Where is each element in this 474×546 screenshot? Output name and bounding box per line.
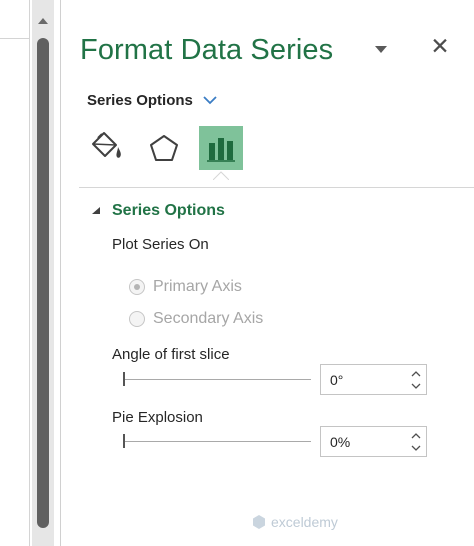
primary-axis-label: Primary Axis xyxy=(153,278,242,295)
bar-chart-icon xyxy=(207,138,235,162)
pentagon-icon xyxy=(150,135,178,161)
series-options-dropdown-label: Series Options xyxy=(87,91,193,109)
explosion-spin-down-button[interactable] xyxy=(407,442,425,455)
secondary-axis-radio[interactable] xyxy=(129,311,145,327)
collapse-triangle-icon xyxy=(92,207,100,214)
primary-axis-radio[interactable] xyxy=(129,279,145,295)
angle-first-slice-input[interactable] xyxy=(321,365,405,394)
chevron-up-icon xyxy=(411,371,421,377)
tab-fill-line[interactable] xyxy=(85,126,129,170)
chevron-down-icon xyxy=(203,96,217,105)
chevron-down-icon xyxy=(411,445,421,451)
task-pane-options-dropdown-icon[interactable] xyxy=(374,45,388,57)
secondary-axis-option[interactable]: Secondary Axis xyxy=(129,310,263,328)
plot-series-on-label: Plot Series On xyxy=(112,236,209,253)
worksheet-edge xyxy=(0,0,32,546)
slider-track xyxy=(123,441,311,442)
tab-series-options[interactable] xyxy=(199,126,243,170)
explosion-spin-up-button[interactable] xyxy=(407,429,425,442)
pie-explosion-spinner[interactable] xyxy=(320,426,427,457)
scroll-up-arrow-icon[interactable] xyxy=(35,14,51,28)
pie-explosion-input[interactable] xyxy=(321,427,405,456)
vertical-scrollbar[interactable] xyxy=(32,0,54,546)
slider-thumb[interactable] xyxy=(123,372,125,386)
watermark-text: exceldemy xyxy=(271,514,338,530)
format-data-series-pane: Format Data Series ✕ Series Options Seri… xyxy=(60,0,474,546)
exceldemy-logo-icon xyxy=(253,515,265,529)
section-title: Series Options xyxy=(112,202,225,219)
primary-axis-option[interactable]: Primary Axis xyxy=(129,278,242,296)
scrollbar-thumb[interactable] xyxy=(37,38,49,528)
slider-thumb[interactable] xyxy=(123,434,125,448)
angle-first-slice-spinner[interactable] xyxy=(320,364,427,395)
secondary-axis-label: Secondary Axis xyxy=(153,310,264,327)
active-tab-pointer xyxy=(213,171,229,180)
pie-explosion-label: Pie Explosion xyxy=(112,409,203,426)
angle-first-slice-slider[interactable] xyxy=(123,372,311,386)
close-pane-button[interactable]: ✕ xyxy=(429,34,451,58)
slider-track xyxy=(123,379,311,380)
series-options-section-header[interactable]: Series Options xyxy=(91,202,225,220)
paint-bucket-icon xyxy=(92,132,121,158)
series-options-dropdown[interactable]: Series Options xyxy=(87,89,217,111)
tabs-divider xyxy=(79,187,474,188)
chevron-down-icon xyxy=(411,383,421,389)
tab-effects[interactable] xyxy=(142,126,186,170)
column-border xyxy=(29,0,30,546)
angle-spin-up-button[interactable] xyxy=(407,367,425,380)
cell-border xyxy=(0,38,30,39)
pane-title: Format Data Series xyxy=(80,34,334,66)
angle-spin-down-button[interactable] xyxy=(407,380,425,393)
exceldemy-watermark: exceldemy xyxy=(251,514,338,530)
pie-explosion-slider[interactable] xyxy=(123,434,311,448)
chevron-up-icon xyxy=(411,433,421,439)
angle-first-slice-label: Angle of first slice xyxy=(112,346,230,363)
